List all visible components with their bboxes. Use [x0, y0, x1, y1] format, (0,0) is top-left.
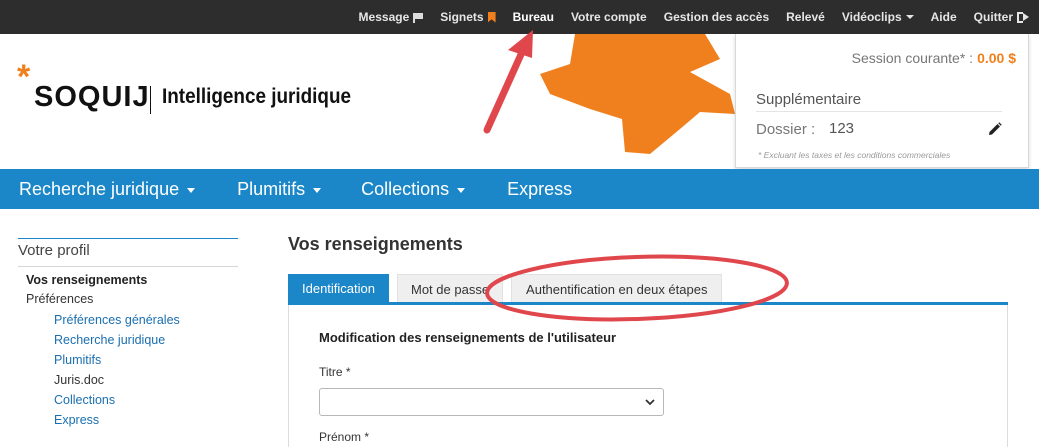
topnav-gestion-acces[interactable]: Gestion des accès: [664, 10, 769, 24]
mainnav-express-label: Express: [507, 178, 573, 199]
pencil-icon[interactable]: [988, 122, 1002, 136]
titre-select[interactable]: [319, 388, 664, 416]
chevron-down-icon: [645, 399, 655, 406]
topnav-quitter[interactable]: Quitter: [974, 10, 1029, 24]
logo-tagline: Intelligence juridique: [162, 85, 352, 108]
topnav-bureau-label: Bureau: [512, 10, 554, 24]
topnav-quitter-label: Quitter: [973, 10, 1013, 24]
sidebar-item-collections[interactable]: Collections: [54, 393, 115, 407]
caret-down-icon: [187, 188, 196, 193]
topnav-aide-label: Aide: [930, 10, 957, 24]
sidebar-item-plumitifs[interactable]: Plumitifs: [54, 353, 101, 367]
dossier-value: 123: [829, 120, 855, 137]
sidebar-item-preferences-generales[interactable]: Préférences générales: [54, 313, 180, 327]
sidebar-title: Votre profil: [18, 242, 90, 259]
sidebar-item-recherche-juridique[interactable]: Recherche juridique: [54, 333, 165, 347]
topnav-gestion-acces-label: Gestion des accès: [663, 10, 770, 24]
topnav-aide[interactable]: Aide: [931, 10, 957, 24]
divider: [756, 111, 1002, 112]
sidebar-item-vos-renseignements[interactable]: Vos renseignements: [26, 273, 147, 287]
mainnav-express[interactable]: Express: [507, 179, 572, 200]
mainnav-plumitifs[interactable]: Plumitifs: [237, 178, 322, 200]
topnav-videoclips-label: Vidéoclips: [841, 10, 902, 24]
main-nav: Recherche juridique Plumitifs Collection…: [0, 169, 1039, 209]
sidebar-divider: [18, 266, 238, 267]
titre-label: Titre *: [319, 365, 351, 379]
sign-out-icon: [1017, 11, 1029, 23]
caret-down-icon: [457, 188, 466, 193]
mainnav-collections-label: Collections: [361, 178, 450, 199]
form-title: Modification des renseignements de l'uti…: [319, 330, 617, 345]
form-panel: [288, 305, 1008, 447]
topnav-releve[interactable]: Relevé: [786, 10, 825, 24]
extra-title: Supplémentaire: [756, 91, 862, 108]
topnav-releve-label: Relevé: [786, 10, 825, 24]
mainnav-plumitifs-label: Plumitifs: [237, 178, 306, 199]
prenom-label: Prénom *: [319, 430, 370, 444]
session-cost: Session courante* :0.00 $: [852, 50, 1016, 66]
topnav-message[interactable]: Message: [359, 10, 424, 24]
sidebar-item-express[interactable]: Express: [54, 413, 99, 427]
logo-wordmark: SOQUIJ: [34, 81, 150, 113]
top-utility-bar: Message Signets Bureau Votre compte Gest…: [0, 0, 1039, 34]
caret-down-icon: [905, 15, 914, 19]
topnav-message-label: Message: [358, 10, 410, 24]
session-label: Session courante* :: [851, 50, 974, 66]
bookmark-icon: [487, 11, 496, 23]
logo-star-icon: *: [17, 58, 31, 96]
dossier-label: Dossier :: [756, 121, 816, 138]
topnav-votre-compte-label: Votre compte: [570, 10, 647, 24]
tab-identification[interactable]: Identification: [288, 274, 389, 303]
mainnav-recherche-juridique[interactable]: Recherche juridique: [19, 178, 196, 200]
page-title: Vos renseignements: [288, 234, 463, 254]
utility-nav: Message Signets Bureau Votre compte Gest…: [342, 0, 1029, 34]
session-amount: 0.00 $: [977, 50, 1016, 66]
sidebar-group-preferences: Préférences: [26, 292, 94, 306]
topnav-bureau[interactable]: Bureau: [513, 10, 554, 24]
flag-icon: [413, 12, 424, 23]
topnav-videoclips[interactable]: Vidéoclips: [842, 10, 914, 24]
sidebar-item-juris-doc: Juris.doc: [54, 373, 105, 387]
topnav-signets-label: Signets: [440, 10, 484, 24]
tab-authentification-deux-etapes[interactable]: Authentification en deux étapes: [511, 274, 723, 303]
logo-separator: [150, 86, 151, 114]
session-note: * Excluant les taxes et les conditions c…: [758, 150, 951, 160]
topnav-votre-compte[interactable]: Votre compte: [571, 10, 647, 24]
topnav-signets[interactable]: Signets: [440, 10, 496, 24]
mainnav-recherche-label: Recherche juridique: [19, 178, 180, 199]
tab-mot-de-passe[interactable]: Mot de passe: [397, 274, 504, 303]
profile-tabs: Identification Mot de passe Authentifica…: [288, 274, 730, 303]
sidebar-top-border: [18, 238, 238, 239]
session-panel: Session courante* :0.00 $ Supplémentaire…: [735, 34, 1029, 168]
mainnav-collections[interactable]: Collections: [361, 178, 466, 200]
decorative-orange-shape: [540, 34, 735, 154]
caret-down-icon: [313, 188, 322, 193]
